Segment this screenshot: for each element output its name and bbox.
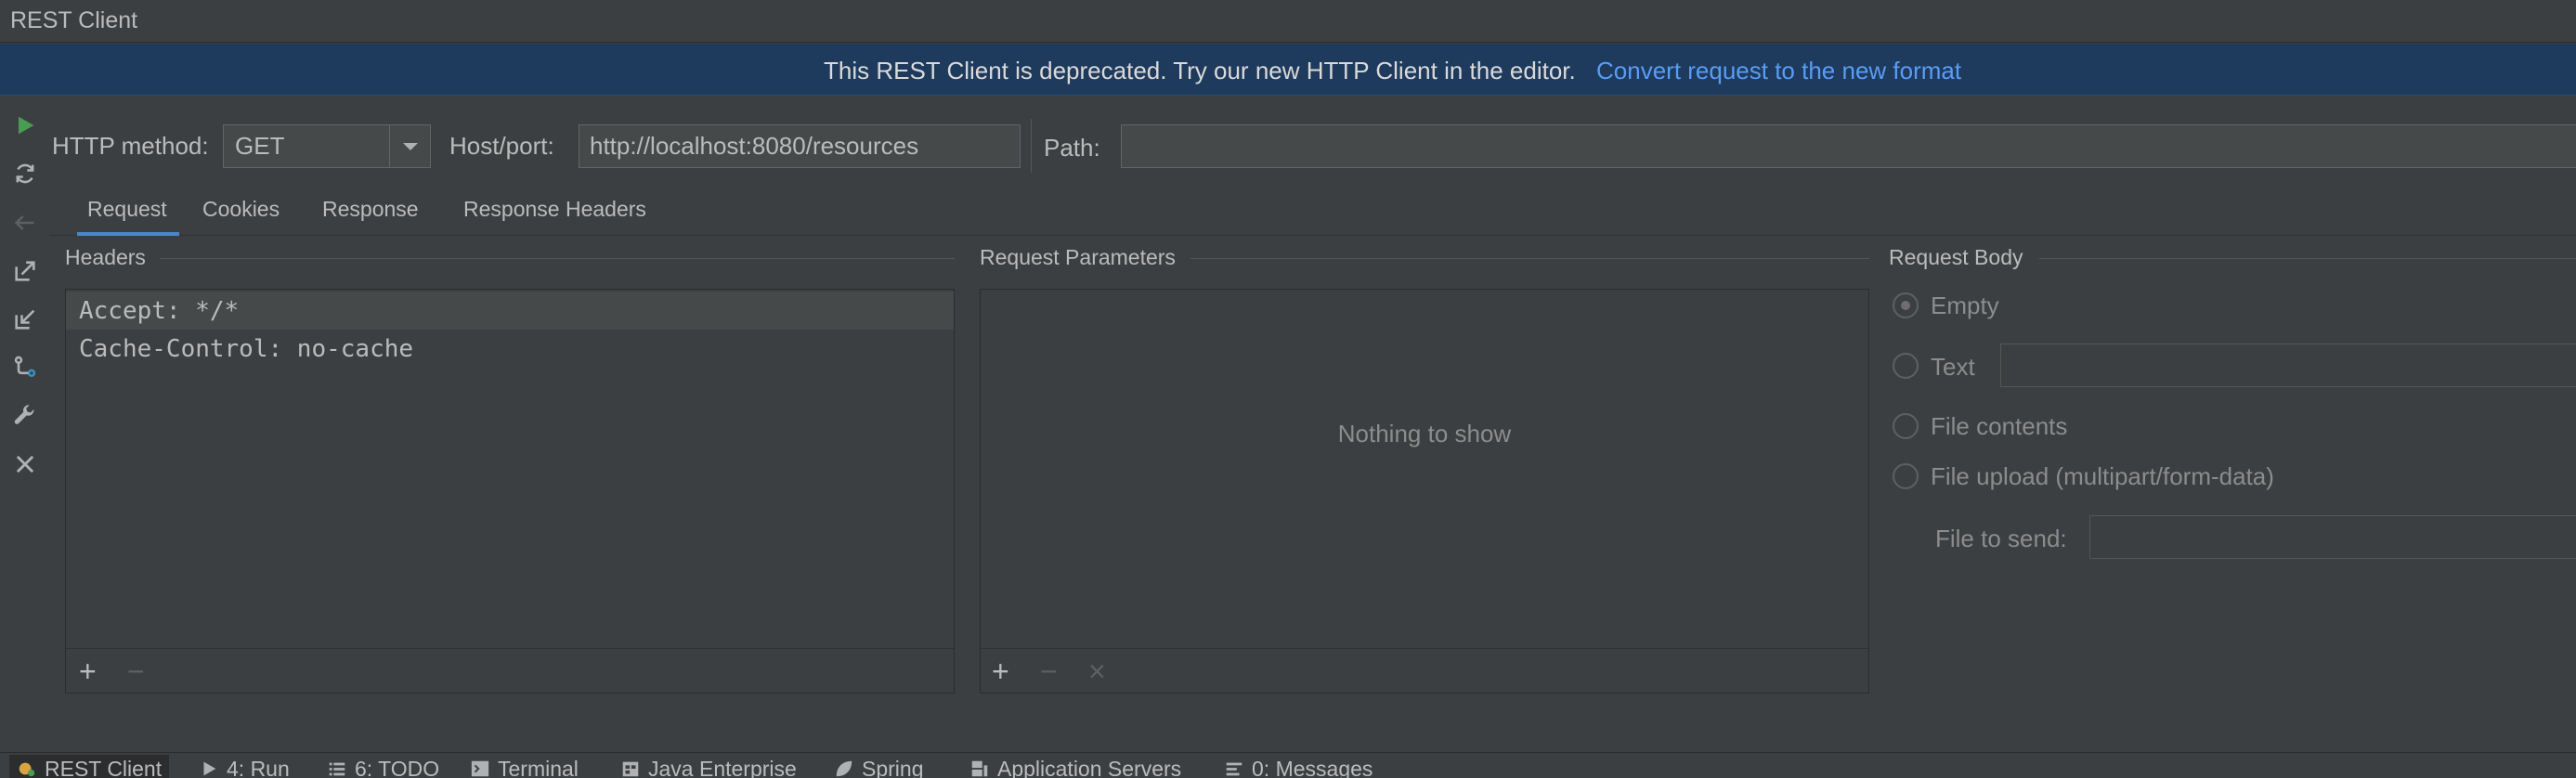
add-header-button[interactable]: + (79, 656, 97, 686)
tool-window-run[interactable]: 4: Run (199, 755, 290, 778)
tool-window-label: 4: Run (227, 756, 290, 778)
remove-parameter-button[interactable]: − (1040, 656, 1058, 686)
path-input[interactable] (1121, 124, 2576, 168)
file-contents-radio[interactable] (1893, 413, 1919, 439)
header-entry: Cache-Control: no-cache (79, 334, 414, 363)
tool-window-bar: REST Client 4: Run 6: TODO Terminal Java… (0, 752, 2576, 778)
tab-request[interactable]: Request (77, 197, 179, 236)
tab-cookies[interactable]: Cookies (202, 197, 280, 236)
deprecation-banner: This REST Client is deprecated. Try our … (0, 44, 2576, 96)
http-method-value: GET (235, 132, 285, 160)
text-radio[interactable] (1893, 353, 1919, 379)
host-port-value: http://localhost:8080/resources (590, 132, 919, 160)
file-upload-radio-label: File upload (multipart/form-data) (1931, 462, 2274, 490)
empty-state-text: Nothing to show (1337, 420, 1512, 447)
file-to-send-input[interactable] (2089, 515, 2576, 559)
request-body-title: Request Body (1889, 245, 2023, 269)
window-title: REST Client (10, 7, 138, 33)
empty-radio[interactable] (1893, 292, 1919, 318)
list-icon (329, 762, 345, 776)
spring-leaf-icon (836, 760, 852, 777)
tool-window-label: Spring (862, 756, 924, 778)
chevron-down-icon[interactable] (389, 125, 430, 167)
request-parameters-title: Request Parameters (980, 245, 1176, 269)
headers-title: Headers (65, 245, 146, 269)
params-toolbar: + − × (981, 648, 1868, 693)
host-port-label: Host/port: (449, 132, 554, 160)
add-parameter-button[interactable]: + (992, 656, 1009, 686)
banner-message: This REST Client is deprecated. Try our … (824, 57, 1576, 84)
request-parameters-table: Nothing to show + − × (980, 289, 1869, 694)
close-icon[interactable] (9, 448, 41, 480)
tool-window-application-servers[interactable]: Application Servers (969, 755, 1181, 778)
headers-table: Accept: */* Cache-Control: no-cache + − (65, 289, 955, 694)
vcs-icon[interactable] (9, 352, 41, 383)
path-label: Path: (1044, 134, 1100, 162)
run-icon (203, 761, 216, 776)
tool-window-label: Terminal (498, 756, 579, 778)
headers-divider (160, 258, 955, 259)
tool-window-todo[interactable]: 6: TODO (327, 755, 439, 778)
terminal-icon (471, 760, 489, 777)
clear-parameters-button[interactable]: × (1088, 656, 1106, 686)
messages-icon (1226, 762, 1242, 776)
tool-window-java-enterprise[interactable]: Java Enterprise (620, 755, 797, 778)
table-row[interactable]: Cache-Control: no-cache (66, 330, 954, 368)
file-to-send-label: File to send: (1935, 525, 2067, 552)
export-icon[interactable] (9, 255, 41, 287)
left-toolbar (0, 97, 50, 746)
http-method-label: HTTP method: (52, 132, 209, 160)
server-icon (971, 760, 988, 777)
tool-window-messages[interactable]: 0: Messages (1224, 755, 1373, 778)
refresh-icon[interactable] (9, 158, 41, 189)
text-body-input[interactable] (2000, 344, 2576, 387)
headers-toolbar: + − (66, 648, 954, 693)
table-row[interactable]: Accept: */* (66, 292, 954, 330)
tool-window-rest-client[interactable]: REST Client (9, 755, 170, 778)
tool-window-terminal[interactable]: Terminal (470, 755, 579, 778)
tool-window-label: Application Servers (997, 756, 1182, 778)
empty-radio-label: Empty (1931, 292, 1999, 319)
tool-window-spring[interactable]: Spring (834, 755, 923, 778)
tab-response-headers[interactable]: Response Headers (463, 197, 646, 236)
window-title-bar: REST Client (0, 0, 2576, 43)
request-tabs: Request Cookies Response Response Header… (50, 186, 2576, 236)
file-upload-radio[interactable] (1893, 463, 1919, 489)
body-divider (2039, 258, 2576, 259)
divider (1031, 119, 1032, 173)
params-divider (1190, 258, 1869, 259)
run-icon[interactable] (9, 110, 41, 141)
back-icon (9, 207, 41, 239)
rest-client-icon (19, 762, 35, 777)
tab-response[interactable]: Response (322, 197, 419, 236)
http-method-select[interactable]: GET (223, 124, 431, 168)
remove-header-button[interactable]: − (127, 656, 145, 686)
wrench-icon[interactable] (9, 400, 41, 432)
header-entry: Accept: */* (79, 296, 240, 325)
tool-window-label: REST Client (45, 756, 163, 778)
tool-window-label: 0: Messages (1252, 756, 1373, 778)
import-icon[interactable] (9, 304, 41, 335)
tool-window-label: Java Enterprise (648, 756, 797, 778)
file-contents-radio-label: File contents (1931, 412, 2068, 440)
tool-window-label: 6: TODO (355, 756, 440, 778)
java-enterprise-icon (622, 761, 639, 777)
convert-request-link[interactable]: Convert request to the new format (1596, 57, 1961, 85)
text-radio-label: Text (1931, 353, 1975, 381)
host-port-input[interactable]: http://localhost:8080/resources (579, 124, 1021, 168)
